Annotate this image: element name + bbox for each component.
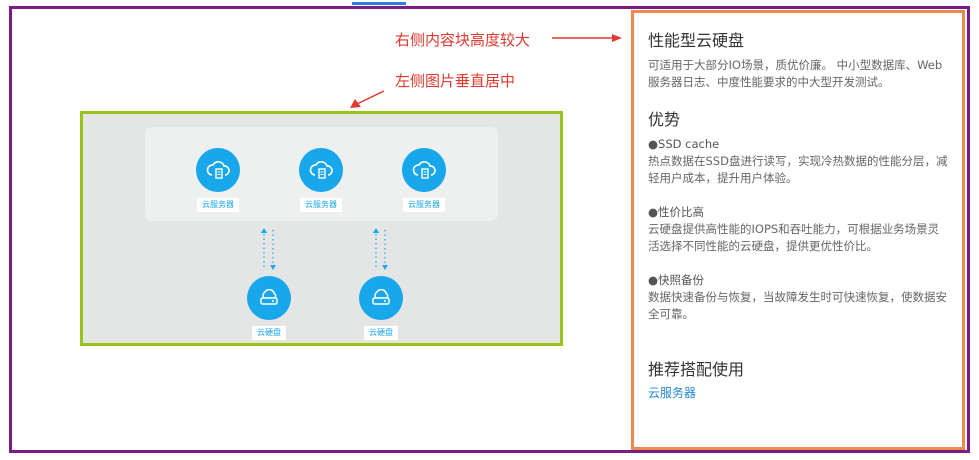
disk-node: 云硬盘 [351,276,411,340]
annotation-arrow-down-left [350,90,385,108]
server-label: 云服务器 [403,198,445,212]
feature-item: ●SSD cache 热点数据在SSD盘进行读写，实现冷热数据的性能分层，减轻用… [648,136,948,187]
product-title: 性能型云硬盘 [648,31,745,50]
cloud-disk-icon [359,276,403,320]
disk-node: 云硬盘 [239,276,299,340]
annotation-arrow-right [552,34,622,42]
server-label: 云服务器 [197,198,239,212]
annotation-right-tall: 右侧内容块高度较大 [395,31,531,49]
server-label: 云服务器 [300,198,342,212]
feature-item: ●快照备份 数据快速备份与恢复，当故障发生时可快速恢复，使数据安全可靠。 [648,272,948,323]
feature-title: ●SSD cache [648,137,720,151]
disk-label: 云硬盘 [252,326,286,340]
product-description: 可适用于大部分IO场景，质优价廉。 中小型数据库、Web服务器日志、中度性能要求… [648,58,943,89]
feature-text: 数据快速备份与恢复，当故障发生时可快速恢复，使数据安全可靠。 [648,290,947,321]
server-node: 云服务器 [188,148,248,212]
feature-text: 热点数据在SSD盘进行读写，实现冷热数据的性能分层，减轻用户成本，提升用户体验。 [648,154,948,185]
cloud-server-icon [196,148,240,192]
recommend-title: 推荐搭配使用 [648,360,745,379]
feature-title: ●快照备份 [648,273,705,287]
top-tab-indicator [352,2,406,5]
connector-left [261,228,276,270]
server-node: 云服务器 [291,148,351,212]
cloud-server-icon [402,148,446,192]
feature-item: ●性价比高 云硬盘提供高性能的IOPS和吞吐能力，可根据业务场景灵活选择不同性能… [648,204,948,255]
connector-right [373,228,388,270]
cloud-disk-icon [247,276,291,320]
feature-title: ●性价比高 [648,205,705,219]
cloud-server-icon [299,148,343,192]
feature-text: 云硬盘提供高性能的IOPS和吞吐能力，可根据业务场景灵活选择不同性能的云硬盘，提… [648,222,940,253]
advantages-title: 优势 [648,110,681,129]
server-node: 云服务器 [394,148,454,212]
product-info-panel: 性能型云硬盘 可适用于大部分IO场景，质优价廉。 中小型数据库、Web服务器日志… [631,10,965,450]
diagram-image: 云服务器 云服务器 云服务器 云硬盘 云硬盘 [80,111,563,346]
annotation-left-center: 左侧图片垂直居中 [395,72,516,90]
recommend-link-cloud-server[interactable]: 云服务器 [648,384,696,401]
disk-label: 云硬盘 [364,326,398,340]
